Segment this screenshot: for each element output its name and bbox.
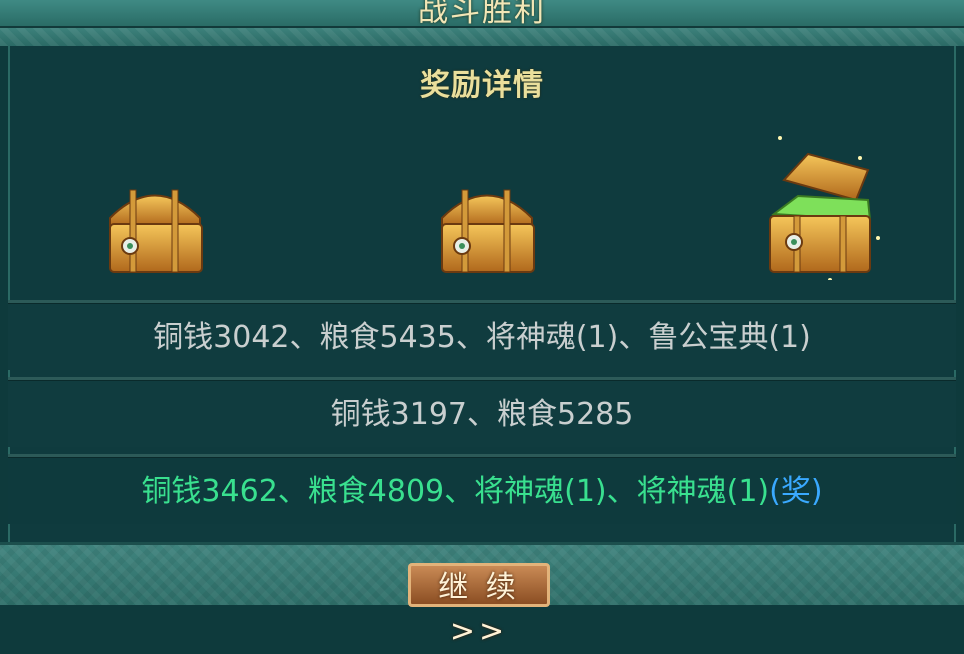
reward-row-3: 铜钱3462、粮食4809、将神魂(1)、将神魂(1)(奖)	[8, 454, 956, 524]
reward-row-2: 铜钱3197、粮食5285	[8, 377, 956, 447]
reward-row-1: 铜钱3042、粮食5435、将神魂(1)、鲁公宝典(1)	[8, 300, 956, 370]
open-treasure-chest-icon[interactable]	[760, 130, 890, 280]
treasure-chest-icon[interactable]	[100, 178, 210, 278]
bonus-label: (奖)	[769, 474, 823, 509]
frame-border-top	[0, 28, 964, 46]
reward-details-title: 奖励详情	[420, 68, 544, 103]
continue-button[interactable]: 继 续>>	[408, 563, 550, 649]
title-bar: 战斗胜利	[0, 0, 964, 29]
treasure-chest-icon[interactable]	[432, 178, 542, 278]
battle-result-title: 战斗胜利	[418, 0, 546, 29]
reward-row-3-items: 铜钱3462、粮食4809、将神魂(1)、将神魂(1)	[141, 474, 770, 509]
